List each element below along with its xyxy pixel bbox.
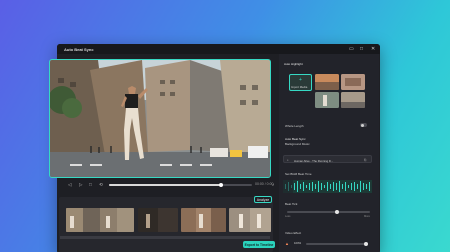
thumbnail-image [315, 92, 339, 108]
clip-thumbnails [66, 208, 134, 232]
whole-length-toggle[interactable] [360, 123, 367, 127]
video-effect-label: Video Effect [285, 231, 302, 235]
clip-thumbnails [229, 208, 271, 232]
music-name: Human Alive - The Running D... [294, 158, 334, 163]
city-street-frame [50, 60, 270, 177]
media-thumbnail[interactable] [315, 74, 339, 90]
effect-handle[interactable] [364, 241, 368, 246]
set-beat-label: Set BGM Beat Time [285, 172, 312, 176]
progress-fill [109, 184, 221, 186]
window-title: Auto Beat Sync [64, 47, 94, 52]
effect-icon: ▲ [285, 241, 289, 246]
timecode: 00:00 / 0:00 [255, 182, 274, 186]
timeline-clip[interactable] [229, 208, 271, 232]
loop-button[interactable]: ⟲ [99, 182, 103, 187]
analyze-button[interactable]: Analyze [254, 196, 272, 203]
audio-track [60, 236, 270, 239]
stop-button[interactable]: □ [89, 182, 92, 187]
close-button[interactable]: ✕ [371, 46, 375, 52]
replace-music-icon[interactable]: ⎘ [364, 158, 366, 162]
beat-min-label: Less [285, 215, 291, 218]
whole-length-label: Whole Length [285, 124, 304, 128]
media-thumbnail[interactable] [341, 92, 365, 108]
timeline-clip[interactable] [138, 208, 178, 232]
clip-thumbnails [181, 208, 226, 232]
volume-value: 100% [294, 241, 302, 245]
beat-tick-slider[interactable] [287, 209, 370, 214]
timeline-clip[interactable] [181, 208, 226, 232]
title-bar: Auto Beat Sync ▭ □ ✕ [57, 44, 380, 54]
beat-max-label: More [364, 215, 370, 218]
thumbnail-image [341, 74, 365, 90]
effect-slider[interactable] [306, 241, 368, 246]
video-preview[interactable] [49, 59, 271, 178]
music-icon: ♪ [287, 158, 289, 162]
auto-highlight-title: Auto Highlight [284, 62, 303, 66]
background-music-label: Background Music [285, 142, 310, 146]
import-media-button[interactable]: + Import Media [289, 74, 312, 91]
export-to-timeline-button[interactable]: Export to Timeline [243, 241, 275, 248]
clip-track [66, 208, 271, 232]
thumbnail-image [341, 92, 365, 108]
progress-handle[interactable] [219, 182, 224, 187]
maximize-button[interactable]: □ [360, 46, 363, 52]
beat-waveform[interactable] [283, 180, 372, 193]
timeline-clip[interactable] [66, 208, 134, 232]
auto-beat-sync-title: Auto Beat Sync [285, 137, 306, 141]
import-label: Import Media [291, 85, 308, 89]
plus-icon: + [299, 77, 302, 83]
music-select[interactable]: ♪ Human Alive - The Running D... ⎘ [283, 155, 372, 163]
media-thumbnail[interactable] [341, 74, 365, 90]
restore-button[interactable]: ▭ [349, 46, 354, 52]
rewind-button[interactable]: ◁ [68, 182, 71, 187]
beat-tick-handle[interactable] [335, 209, 339, 214]
media-thumbnail[interactable] [315, 92, 339, 108]
beat-tick-label: Beat Tick [285, 202, 298, 206]
clip-thumbnails [138, 208, 178, 232]
volume-icon[interactable]: ♪ [272, 182, 274, 187]
playback-progress[interactable] [109, 182, 252, 187]
thumbnail-image [315, 74, 339, 90]
play-button[interactable]: ▷ [79, 182, 82, 187]
